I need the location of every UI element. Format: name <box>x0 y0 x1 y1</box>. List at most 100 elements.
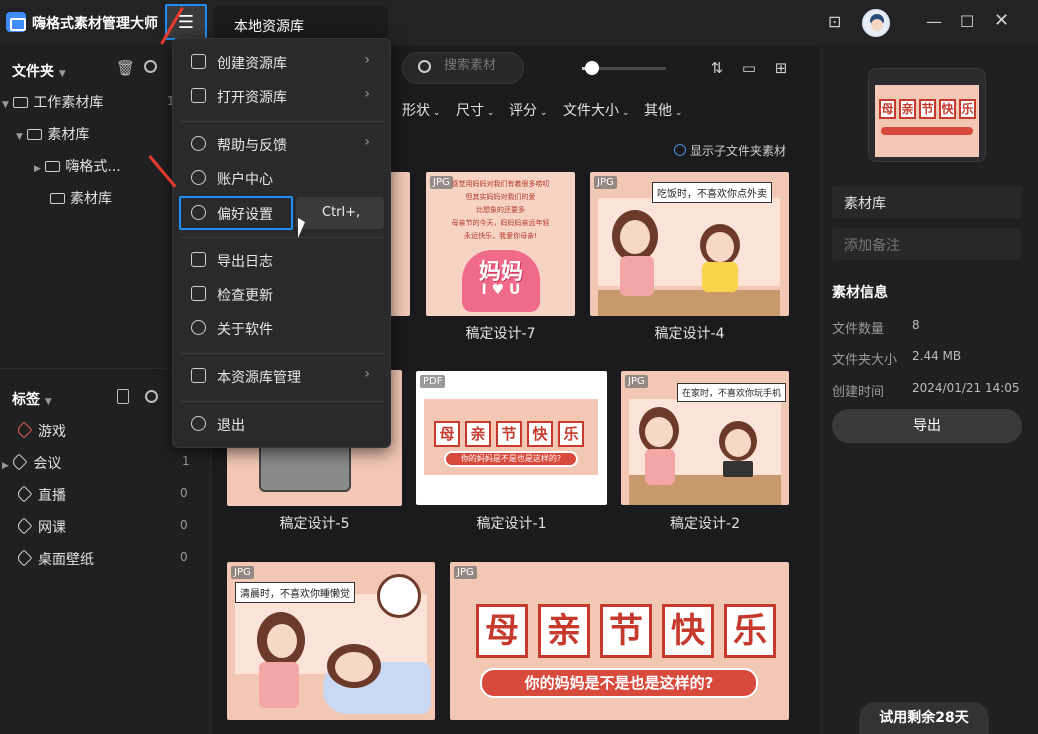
file-type-badge: PDF <box>420 375 446 388</box>
tag-icon <box>10 453 28 471</box>
hamburger-icon: ☰ <box>177 11 195 33</box>
bookmark-icon[interactable] <box>117 389 129 404</box>
sort-icon[interactable]: ⇅ <box>709 60 725 76</box>
update-icon <box>191 286 206 301</box>
menu-divider <box>181 401 384 402</box>
info-value: 2024/01/21 14:05 <box>912 381 1020 395</box>
cube-open-icon <box>191 88 206 103</box>
folder-icon <box>45 161 61 172</box>
tags-section-title[interactable]: 标签 ▼ <box>12 389 52 409</box>
title-char: 乐 <box>959 99 976 119</box>
card-subtitle: 你的妈妈是不是也是这样的? <box>444 451 578 467</box>
check-circle-icon <box>674 144 686 156</box>
title-char: 快 <box>527 421 553 447</box>
menu-item-help[interactable]: 帮助与反馈 › <box>173 128 392 160</box>
card-caption: 在家时，不喜欢你玩手机 <box>677 383 787 402</box>
filter-size[interactable]: 尺寸 ⌄ <box>456 100 494 120</box>
note-field[interactable]: 添加备注 <box>832 228 1022 260</box>
folder-name-field[interactable]: 素材库 <box>832 186 1022 218</box>
main-menu-dropdown: 创建资源库 › 打开资源库 › 帮助与反馈 › 账户中心 偏好设置 导出日志 检查更新… <box>172 38 391 448</box>
minimize-icon[interactable]: — <box>926 12 942 31</box>
poster-love-text: I ♥ U <box>481 282 521 298</box>
user-icon <box>191 170 206 185</box>
filter-shape[interactable]: 形状 ⌄ <box>402 100 440 120</box>
tree-item-haigeshi[interactable]: ▶ 嗨格式... <box>34 156 121 176</box>
trial-badge[interactable]: 试用剩余28天 <box>859 702 989 734</box>
search-icon <box>418 60 431 73</box>
file-type-badge: JPG <box>454 566 477 579</box>
title-char: 节 <box>496 421 522 447</box>
tag-item-wallpaper[interactable]: 桌面壁纸 <box>15 549 94 569</box>
export-button[interactable]: 导出 <box>832 409 1022 443</box>
info-label: 文件夹大小 <box>832 353 898 368</box>
app-title: 嗨格式素材管理大师 <box>32 16 158 32</box>
tag-item-games[interactable]: 游戏 <box>15 421 66 441</box>
folders-section-title[interactable]: 文件夹 ▼ <box>12 61 66 81</box>
calendar-icon <box>191 252 206 267</box>
cube-manage-icon <box>191 368 206 383</box>
title-char: 母 <box>476 604 528 658</box>
menu-item-account[interactable]: 账户中心 <box>173 162 392 194</box>
card-label: 稿定设计-5 <box>279 516 350 532</box>
title-char: 亲 <box>899 99 916 119</box>
search-input[interactable] <box>444 58 520 73</box>
tree-item-work-library[interactable]: ▼ 工作素材库 <box>2 92 103 112</box>
filter-file-size[interactable]: 文件大小 ⌄ <box>563 100 629 120</box>
menu-item-create-library[interactable]: 创建资源库 › <box>173 46 392 78</box>
asset-card[interactable]: 清晨时，不喜欢你睡懒觉 JPG <box>227 562 435 720</box>
menu-item-open-library[interactable]: 打开资源库 › <box>173 80 392 112</box>
preferences-highlight <box>179 196 293 230</box>
menu-item-check-update[interactable]: 检查更新 <box>173 278 392 310</box>
card-label: 稿定设计-2 <box>670 516 740 532</box>
trash-icon[interactable]: 🗑 <box>116 59 135 77</box>
folder-icon <box>13 97 29 108</box>
zoom-slider-handle[interactable] <box>585 61 599 75</box>
tag-item-online-class[interactable]: 网课 <box>15 517 66 537</box>
asset-card[interactable]: 母 亲 节 快 乐 你的妈妈是不是也是这样的? PDF <box>416 371 607 505</box>
layout-grid-icon[interactable]: ⊞ <box>773 60 789 76</box>
mouse-cursor-icon <box>298 218 312 238</box>
tag-icon <box>15 485 33 503</box>
tree-item-material-library[interactable]: ▼ 素材库 <box>16 124 89 144</box>
card-caption: 清晨时，不喜欢你睡懒觉 <box>235 582 355 603</box>
folder-search-icon[interactable] <box>144 60 157 73</box>
exit-icon <box>191 416 206 431</box>
tag-count: 0 <box>180 550 188 564</box>
close-icon[interactable]: ✕ <box>994 10 1009 31</box>
chevron-right-icon: › <box>364 52 370 68</box>
tag-search-icon[interactable] <box>145 390 158 403</box>
tag-item-live[interactable]: 直播 <box>15 485 66 505</box>
poster-text: 感觉用妈妈对我们有着很多唠叨 但其实妈妈对我们的爱 比想象的还要多 母亲节的今天… <box>451 180 550 240</box>
title-char: 快 <box>662 604 714 658</box>
tag-count: 0 <box>180 486 188 500</box>
avatar[interactable] <box>862 9 890 37</box>
show-subfolder-toggle[interactable]: 显示子文件夹素材 <box>674 142 786 159</box>
display-icon[interactable]: ▭ <box>741 60 757 76</box>
tag-icon <box>15 421 33 439</box>
info-label: 创建时间 <box>832 385 885 400</box>
menu-divider <box>181 237 384 238</box>
maximize-icon[interactable]: ☐ <box>960 12 974 31</box>
tag-icon <box>15 517 33 535</box>
title-char: 节 <box>600 604 652 658</box>
folder-icon <box>50 193 65 204</box>
asset-card[interactable]: 在家时，不喜欢你玩手机 JPG <box>621 371 789 505</box>
tag-item-meeting[interactable]: ▶ 会议 <box>2 453 61 473</box>
menu-item-export-log[interactable]: 导出日志 <box>173 244 392 276</box>
menu-item-exit[interactable]: 退出 <box>173 408 392 440</box>
sidebar-toggle-icon[interactable]: ⊡ <box>828 12 841 31</box>
title-char: 母 <box>434 421 460 447</box>
app-logo-icon <box>6 12 26 32</box>
asset-card[interactable]: JPG 感觉用妈妈对我们有着很多唠叨 但其实妈妈对我们的爱 比想象的还要多 母亲… <box>426 172 575 316</box>
asset-card[interactable]: 吃饭时，不喜欢你点外卖 JPG <box>590 172 789 316</box>
menu-item-library-manage[interactable]: 本资源库管理 › <box>173 360 392 392</box>
filter-rating[interactable]: 评分 ⌄ <box>509 100 547 120</box>
filter-other[interactable]: 其他 ⌄ <box>644 100 682 120</box>
menu-item-about[interactable]: 关于软件 <box>173 312 392 344</box>
library-tab-label: 本地资源库 <box>234 19 304 35</box>
tree-item-sub-library[interactable]: 素材库 <box>50 188 112 208</box>
asset-card[interactable]: 母 亲 节 快 乐 你的妈妈是不是也是这样的? JPG <box>450 562 789 720</box>
card-label: 稿定设计-4 <box>654 326 725 342</box>
chevron-right-icon: › <box>364 366 370 382</box>
title-char: 乐 <box>724 604 776 658</box>
